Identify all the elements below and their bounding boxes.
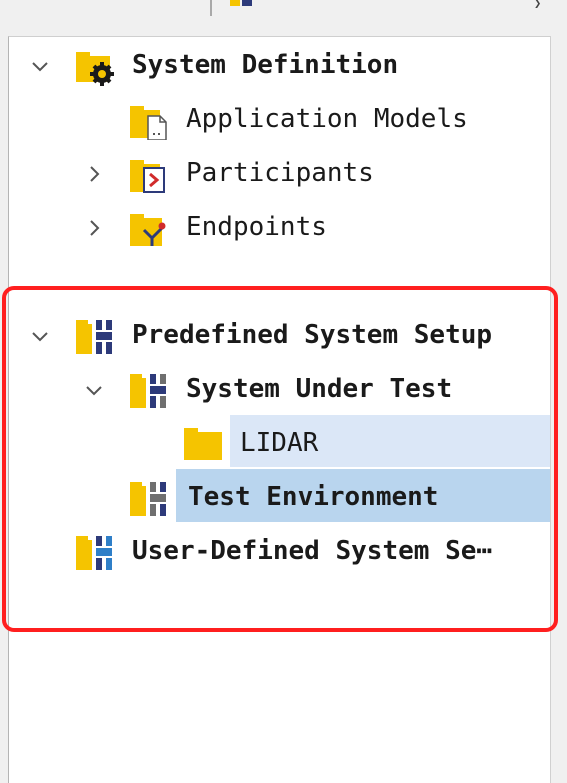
tree-node-label: Participants [186, 158, 374, 188]
toolbar-arrow-icon[interactable]: ❯ [534, 0, 541, 10]
chevron-right-icon[interactable] [84, 218, 104, 238]
chevron-down-icon[interactable] [30, 56, 50, 76]
tree-node-system-definition[interactable]: System Definition [20, 44, 540, 90]
chevron-right-icon[interactable] [84, 164, 104, 184]
toolbar-divider [210, 0, 212, 16]
tree-node-label: System Definition [132, 50, 399, 80]
folder-gear-icon [74, 46, 118, 86]
folder-endpoint-icon [128, 208, 172, 248]
annotation-highlight-box [2, 286, 558, 632]
tree-node-application-models[interactable]: Application Models [20, 98, 540, 144]
top-toolbar-strip: ❯ [0, 0, 567, 36]
tree-node-participants[interactable]: Participants [20, 152, 540, 198]
tree-node-endpoints[interactable]: Endpoints [20, 206, 540, 252]
toolbar-system-icon[interactable] [230, 0, 254, 6]
folder-participant-icon [128, 154, 172, 194]
tree-node-label: Application Models [186, 104, 468, 134]
folder-document-icon [128, 100, 172, 141]
tree-node-label: Endpoints [186, 212, 327, 242]
